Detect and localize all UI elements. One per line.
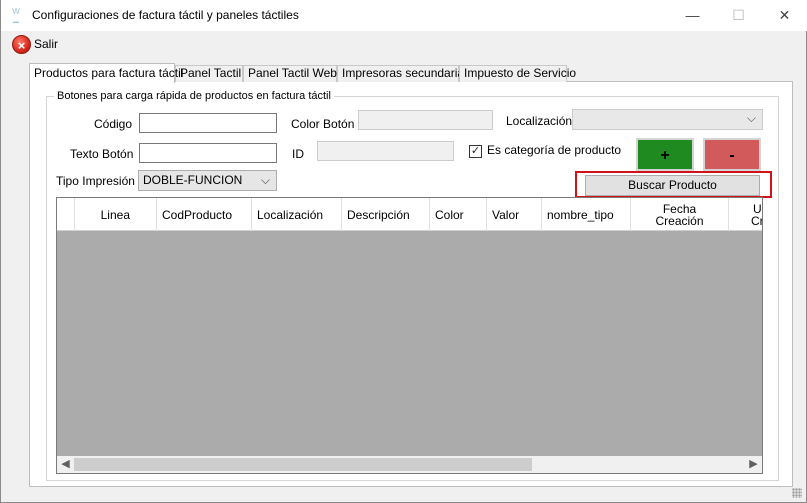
menu-bar: × Salir (1, 31, 807, 57)
title-bar: W ▁ Configuraciones de factura táctil y p… (1, 0, 807, 31)
column-header-codproducto[interactable]: CodProducto (157, 198, 252, 231)
tab-productos-factura[interactable]: Productos para factura táctil (29, 63, 183, 83)
exit-icon: × (12, 35, 31, 54)
products-grid[interactable]: Linea CodProducto Localización Descripci… (56, 197, 763, 474)
column-header-valor[interactable]: Valor (487, 198, 542, 231)
column-header-descripcion[interactable]: Descripción (342, 198, 430, 231)
app-icon: W ▁ (12, 7, 20, 23)
id-field (317, 141, 454, 161)
column-header-nombre-tipo[interactable]: nombre_tipo (542, 198, 631, 231)
column-header-color[interactable]: Color (430, 198, 487, 231)
main-window: W ▁ Configuraciones de factura táctil y p… (0, 0, 807, 503)
codigo-input[interactable] (139, 113, 277, 133)
tipo-impresion-select[interactable]: DOBLE-FUNCION ⌵ (138, 170, 277, 191)
scrollbar-thumb[interactable] (74, 458, 532, 471)
grid-header: Linea CodProducto Localización Descripci… (57, 198, 762, 231)
tab-panel-tactil-web[interactable]: Panel Tactil Web (243, 65, 337, 82)
es-categoria-label: Es categoría de producto (487, 143, 622, 157)
localizacion-select[interactable]: ⌵ (572, 109, 763, 130)
column-header-fecha-creacion[interactable]: Fecha Creación (631, 198, 729, 231)
close-button[interactable]: ✕ (762, 0, 807, 30)
scroll-right-icon[interactable]: ▶ (745, 456, 762, 473)
tab-panel-tactil[interactable]: Panel Tactil (175, 65, 243, 82)
tab-impresoras-secundarias[interactable]: Impresoras secundarias (337, 65, 470, 82)
scroll-left-icon[interactable]: ◀ (57, 456, 74, 473)
codigo-label: Código (94, 117, 133, 131)
color-boton-label: Color Botón (291, 117, 355, 131)
chevron-down-icon: ⌵ (746, 111, 756, 125)
column-header-linea[interactable]: Linea (75, 198, 157, 231)
add-button[interactable]: + (636, 138, 694, 171)
row-header-corner (57, 198, 75, 231)
buscar-producto-button[interactable]: Buscar Producto (585, 175, 760, 196)
texto-boton-input[interactable] (139, 143, 277, 163)
groupbox-legend: Botones para carga rápida de productos e… (54, 90, 334, 102)
remove-button[interactable]: - (703, 138, 761, 171)
texto-boton-label: Texto Botón (70, 147, 134, 161)
column-header-usuario-creacion[interactable]: U Cr (729, 198, 762, 231)
maximize-button[interactable]: ☐ (716, 0, 761, 30)
tipo-impresion-label: Tipo Impresión (56, 174, 135, 188)
resize-grip-icon[interactable] (792, 488, 802, 498)
chevron-down-icon: ⌵ (260, 173, 270, 187)
column-header-localizacion[interactable]: Localización (252, 198, 342, 231)
color-boton-field (358, 110, 493, 130)
horizontal-scrollbar[interactable]: ◀ ▶ (57, 456, 762, 473)
exit-label: Salir (34, 37, 59, 51)
tipo-impresion-value: DOBLE-FUNCION (143, 173, 243, 187)
window-title: Configuraciones de factura táctil y pane… (32, 8, 299, 22)
tab-impuesto-servicio[interactable]: Impuesto de Servicio (459, 65, 576, 82)
id-label: ID (292, 147, 304, 161)
exit-menu-item[interactable]: × Salir (12, 35, 58, 54)
localizacion-label: Localización (506, 114, 573, 128)
minimize-button[interactable]: — (670, 0, 715, 30)
es-categoria-checkbox[interactable]: ✓ (469, 145, 482, 158)
